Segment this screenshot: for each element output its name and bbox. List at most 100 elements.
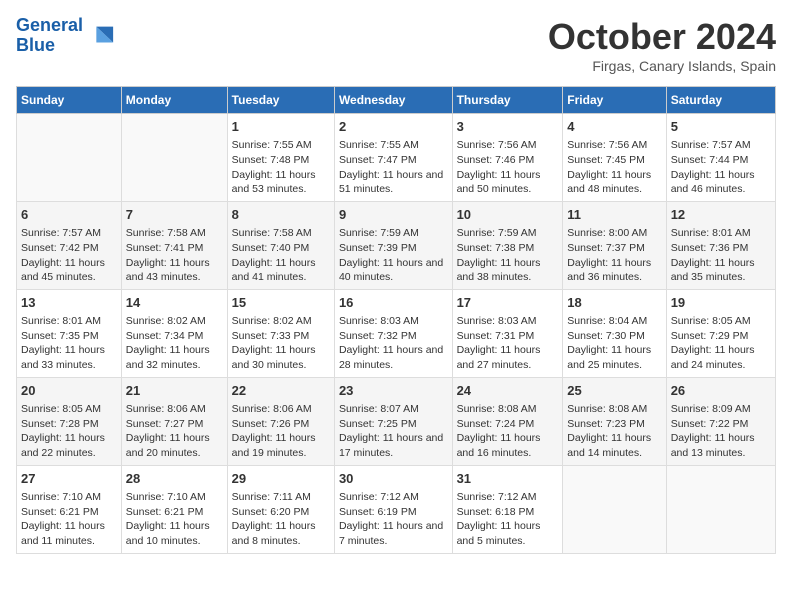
day-number: 9 (339, 206, 448, 224)
day-number: 23 (339, 382, 448, 400)
day-detail: Sunrise: 7:59 AMSunset: 7:38 PMDaylight:… (457, 226, 559, 285)
calendar-cell: 26 Sunrise: 8:09 AMSunset: 7:22 PMDayligh… (666, 377, 775, 465)
calendar-cell: 11 Sunrise: 8:00 AMSunset: 7:37 PMDayligh… (563, 201, 666, 289)
day-number: 2 (339, 118, 448, 136)
day-detail: Sunrise: 8:03 AMSunset: 7:31 PMDaylight:… (457, 314, 559, 373)
calendar-cell: 8 Sunrise: 7:58 AMSunset: 7:40 PMDaylight… (227, 201, 334, 289)
day-number: 8 (232, 206, 330, 224)
day-number: 28 (126, 470, 223, 488)
calendar-cell: 13Sunrise: 8:01 AMSunset: 7:35 PMDayligh… (17, 289, 122, 377)
day-number: 19 (671, 294, 771, 312)
location-subtitle: Firgas, Canary Islands, Spain (548, 58, 776, 74)
day-detail: Sunrise: 7:10 AMSunset: 6:21 PMDaylight:… (21, 490, 117, 549)
day-detail: Sunrise: 7:57 AMSunset: 7:44 PMDaylight:… (671, 138, 771, 197)
logo-text: General Blue (16, 16, 83, 56)
calendar-cell: 10 Sunrise: 7:59 AMSunset: 7:38 PMDayligh… (452, 201, 563, 289)
day-detail: Sunrise: 8:09 AMSunset: 7:22 PMDaylight:… (671, 402, 771, 461)
day-detail: Sunrise: 7:55 AMSunset: 7:47 PMDaylight:… (339, 138, 448, 197)
day-number: 16 (339, 294, 448, 312)
calendar-cell: 2 Sunrise: 7:55 AMSunset: 7:47 PMDaylight… (334, 114, 452, 202)
calendar-cell: 22 Sunrise: 8:06 AMSunset: 7:26 PMDayligh… (227, 377, 334, 465)
day-detail: Sunrise: 7:11 AMSunset: 6:20 PMDaylight:… (232, 490, 330, 549)
day-number: 25 (567, 382, 661, 400)
col-header-monday: Monday (121, 87, 227, 114)
day-detail: Sunrise: 8:07 AMSunset: 7:25 PMDaylight:… (339, 402, 448, 461)
day-number: 29 (232, 470, 330, 488)
day-number: 15 (232, 294, 330, 312)
logo: General Blue (16, 16, 115, 56)
col-header-wednesday: Wednesday (334, 87, 452, 114)
calendar-cell: 16 Sunrise: 8:03 AMSunset: 7:32 PMDayligh… (334, 289, 452, 377)
day-detail: Sunrise: 7:12 AMSunset: 6:18 PMDaylight:… (457, 490, 559, 549)
calendar-cell: 20 Sunrise: 8:05 AMSunset: 7:28 PMDayligh… (17, 377, 122, 465)
calendar-cell: 9 Sunrise: 7:59 AMSunset: 7:39 PMDaylight… (334, 201, 452, 289)
day-detail: Sunrise: 8:04 AMSunset: 7:30 PMDaylight:… (567, 314, 661, 373)
day-number: 5 (671, 118, 771, 136)
day-number: 6 (21, 206, 117, 224)
day-number: 17 (457, 294, 559, 312)
calendar-week-row: 1Sunrise: 7:55 AMSunset: 7:48 PMDaylight… (17, 114, 776, 202)
day-detail: Sunrise: 7:57 AMSunset: 7:42 PMDaylight:… (21, 226, 117, 285)
day-number: 20 (21, 382, 117, 400)
calendar-cell: 25 Sunrise: 8:08 AMSunset: 7:23 PMDayligh… (563, 377, 666, 465)
calendar-cell: 31 Sunrise: 7:12 AMSunset: 6:18 PMDayligh… (452, 465, 563, 553)
day-number: 30 (339, 470, 448, 488)
day-number: 4 (567, 118, 661, 136)
day-detail: Sunrise: 7:59 AMSunset: 7:39 PMDaylight:… (339, 226, 448, 285)
day-detail: Sunrise: 7:58 AMSunset: 7:40 PMDaylight:… (232, 226, 330, 285)
calendar-cell: 21 Sunrise: 8:06 AMSunset: 7:27 PMDayligh… (121, 377, 227, 465)
day-detail: Sunrise: 8:02 AMSunset: 7:33 PMDaylight:… (232, 314, 330, 373)
calendar-cell: 4 Sunrise: 7:56 AMSunset: 7:45 PMDaylight… (563, 114, 666, 202)
day-number: 21 (126, 382, 223, 400)
calendar-cell: 17 Sunrise: 8:03 AMSunset: 7:31 PMDayligh… (452, 289, 563, 377)
col-header-saturday: Saturday (666, 87, 775, 114)
day-number: 26 (671, 382, 771, 400)
calendar-cell: 24Sunrise: 8:08 AMSunset: 7:24 PMDayligh… (452, 377, 563, 465)
calendar-cell (17, 114, 122, 202)
calendar-cell: 5 Sunrise: 7:57 AMSunset: 7:44 PMDaylight… (666, 114, 775, 202)
day-detail: Sunrise: 8:01 AMSunset: 7:36 PMDaylight:… (671, 226, 771, 285)
calendar-cell: 15 Sunrise: 8:02 AMSunset: 7:33 PMDayligh… (227, 289, 334, 377)
calendar-week-row: 20 Sunrise: 8:05 AMSunset: 7:28 PMDayligh… (17, 377, 776, 465)
day-number: 12 (671, 206, 771, 224)
col-header-thursday: Thursday (452, 87, 563, 114)
calendar-cell: 6 Sunrise: 7:57 AMSunset: 7:42 PMDaylight… (17, 201, 122, 289)
day-detail: Sunrise: 8:08 AMSunset: 7:23 PMDaylight:… (567, 402, 661, 461)
calendar-cell (563, 465, 666, 553)
day-detail: Sunrise: 8:02 AMSunset: 7:34 PMDaylight:… (126, 314, 223, 373)
calendar-cell (121, 114, 227, 202)
calendar-cell: 30 Sunrise: 7:12 AMSunset: 6:19 PMDayligh… (334, 465, 452, 553)
day-number: 22 (232, 382, 330, 400)
day-number: 31 (457, 470, 559, 488)
day-number: 24 (457, 382, 559, 400)
day-number: 10 (457, 206, 559, 224)
day-detail: Sunrise: 8:00 AMSunset: 7:37 PMDaylight:… (567, 226, 661, 285)
calendar-cell (666, 465, 775, 553)
day-detail: Sunrise: 8:06 AMSunset: 7:27 PMDaylight:… (126, 402, 223, 461)
day-detail: Sunrise: 8:06 AMSunset: 7:26 PMDaylight:… (232, 402, 330, 461)
day-detail: Sunrise: 7:56 AMSunset: 7:46 PMDaylight:… (457, 138, 559, 197)
calendar-table: SundayMondayTuesdayWednesdayThursdayFrid… (16, 86, 776, 554)
title-block: October 2024 Firgas, Canary Islands, Spa… (548, 16, 776, 74)
day-detail: Sunrise: 8:03 AMSunset: 7:32 PMDaylight:… (339, 314, 448, 373)
day-number: 11 (567, 206, 661, 224)
day-detail: Sunrise: 7:56 AMSunset: 7:45 PMDaylight:… (567, 138, 661, 197)
calendar-cell: 29 Sunrise: 7:11 AMSunset: 6:20 PMDayligh… (227, 465, 334, 553)
calendar-cell: 23 Sunrise: 8:07 AMSunset: 7:25 PMDayligh… (334, 377, 452, 465)
calendar-week-row: 27Sunrise: 7:10 AMSunset: 6:21 PMDayligh… (17, 465, 776, 553)
calendar-week-row: 6 Sunrise: 7:57 AMSunset: 7:42 PMDaylight… (17, 201, 776, 289)
day-detail: Sunrise: 8:05 AMSunset: 7:29 PMDaylight:… (671, 314, 771, 373)
calendar-cell: 7Sunrise: 7:58 AMSunset: 7:41 PMDaylight… (121, 201, 227, 289)
page-header: General Blue October 2024 Firgas, Canary… (16, 16, 776, 74)
calendar-cell: 27Sunrise: 7:10 AMSunset: 6:21 PMDayligh… (17, 465, 122, 553)
day-detail: Sunrise: 7:12 AMSunset: 6:19 PMDaylight:… (339, 490, 448, 549)
day-detail: Sunrise: 8:01 AMSunset: 7:35 PMDaylight:… (21, 314, 117, 373)
calendar-header-row: SundayMondayTuesdayWednesdayThursdayFrid… (17, 87, 776, 114)
col-header-friday: Friday (563, 87, 666, 114)
calendar-cell: 12 Sunrise: 8:01 AMSunset: 7:36 PMDayligh… (666, 201, 775, 289)
col-header-tuesday: Tuesday (227, 87, 334, 114)
calendar-cell: 19 Sunrise: 8:05 AMSunset: 7:29 PMDayligh… (666, 289, 775, 377)
day-detail: Sunrise: 8:05 AMSunset: 7:28 PMDaylight:… (21, 402, 117, 461)
month-title: October 2024 (548, 16, 776, 58)
calendar-cell: 18Sunrise: 8:04 AMSunset: 7:30 PMDayligh… (563, 289, 666, 377)
